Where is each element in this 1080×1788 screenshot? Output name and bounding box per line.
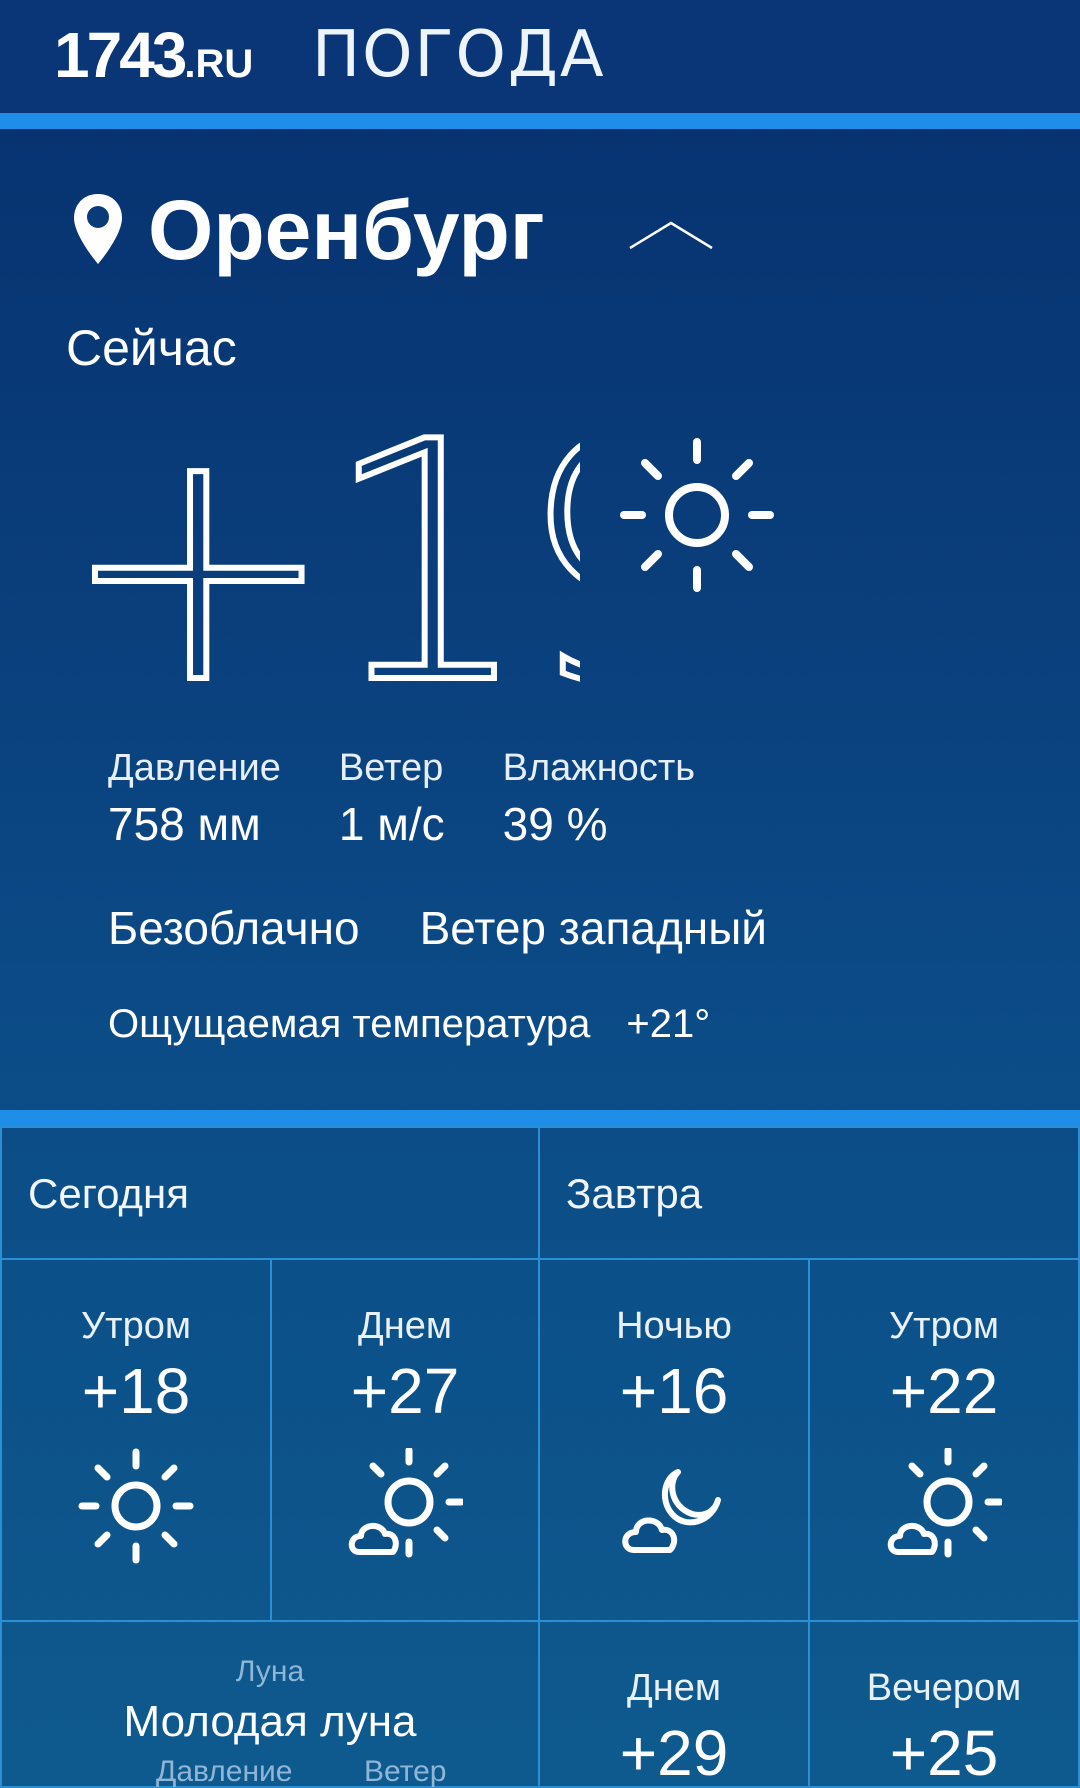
feels-like-value: +21° <box>626 1002 711 1046</box>
today-title: Сегодня <box>28 1170 189 1217</box>
tomorrow-header[interactable]: Завтра <box>538 1126 1080 1260</box>
period-label: Ночью <box>616 1305 732 1347</box>
period-label: Утром <box>81 1305 191 1347</box>
feels-like-label: Ощущаемая температура <box>108 1002 591 1046</box>
moon-cloud-icon <box>622 1469 721 1553</box>
moon-label: Луна <box>235 1655 305 1688</box>
sun-cloud-icon <box>887 1448 1002 1558</box>
now-label: Сейчас <box>66 320 237 376</box>
feels-like-row: Ощущаемая температура +21° <box>108 996 710 1052</box>
chevron-up-icon[interactable] <box>628 220 714 250</box>
condition-row: Безоблачно Ветер западный <box>108 898 827 958</box>
app-header: 1743.RU ПОГОДА <box>0 0 1080 114</box>
logo-domain: .RU <box>184 42 254 86</box>
forecast-period[interactable]: Утром +22 <box>808 1258 1080 1622</box>
current-temperature: +19 <box>60 420 580 700</box>
moon-info: Луна Молодая луна Давление Ветер <box>0 1620 540 1788</box>
sun-icon <box>78 1448 194 1564</box>
city-name: Оренбург <box>148 183 545 277</box>
period-temp: +18 <box>81 1355 191 1427</box>
sky-condition: Безоблачно <box>108 902 360 954</box>
period-temp: +22 <box>889 1355 999 1427</box>
site-logo[interactable]: 1743.RU <box>54 20 253 90</box>
period-temp: +16 <box>619 1355 729 1427</box>
extra-label: Давление <box>156 1755 293 1788</box>
current-stats: Давление 758 мм Ветер 1 м/с Влажность 39… <box>108 744 753 854</box>
pressure-stat: Давление 758 мм <box>108 744 281 854</box>
period-label: Вечером <box>866 1667 1022 1709</box>
forecast-period[interactable]: Днем +27 <box>270 1258 540 1622</box>
period-temp: +27 <box>350 1355 460 1427</box>
logo-main: 1743 <box>54 19 187 91</box>
forecast-period[interactable]: Днем +29 <box>538 1620 810 1788</box>
stat-label: Ветер <box>338 747 444 789</box>
forecast-period[interactable]: Ночью +16 <box>538 1258 810 1622</box>
today-header[interactable]: Сегодня <box>0 1126 540 1260</box>
extra-label: Ветер <box>364 1755 447 1788</box>
stat-label: Давление <box>108 747 281 789</box>
forecast-period[interactable]: Вечером +25 <box>808 1620 1080 1788</box>
stat-label: Влажность <box>502 747 696 789</box>
period-label: Днем <box>358 1305 452 1347</box>
city-selector[interactable]: Оренбург <box>70 180 545 280</box>
sun-icon <box>620 438 774 592</box>
forecast-period[interactable]: Утром +18 <box>0 1258 272 1622</box>
svg-text:+19: +19 <box>60 420 580 700</box>
humidity-stat: Влажность 39 % <box>503 744 695 854</box>
period-label: Утром <box>889 1305 999 1347</box>
sun-cloud-icon <box>348 1448 463 1558</box>
section-accent-bar <box>0 1110 1080 1126</box>
period-temp: +29 <box>619 1717 729 1788</box>
period-label: Днем <box>627 1667 721 1709</box>
forecast-grid: Сегодня Завтра Утром +18 Днем +27 Ночью … <box>0 1126 1080 1788</box>
stat-value: 758 мм <box>108 798 261 850</box>
page-title: ПОГОДА <box>312 18 606 92</box>
stat-value: 39 % <box>502 798 608 850</box>
wind-stat: Ветер 1 м/с <box>339 744 445 854</box>
header-accent-bar <box>0 113 1080 129</box>
moon-phase: Молодая луна <box>123 1697 417 1746</box>
stat-value: 1 м/с <box>338 798 445 850</box>
location-pin-icon <box>74 194 122 264</box>
wind-direction: Ветер западный <box>419 902 767 954</box>
tomorrow-title: Завтра <box>566 1170 703 1217</box>
period-temp: +25 <box>889 1717 999 1788</box>
